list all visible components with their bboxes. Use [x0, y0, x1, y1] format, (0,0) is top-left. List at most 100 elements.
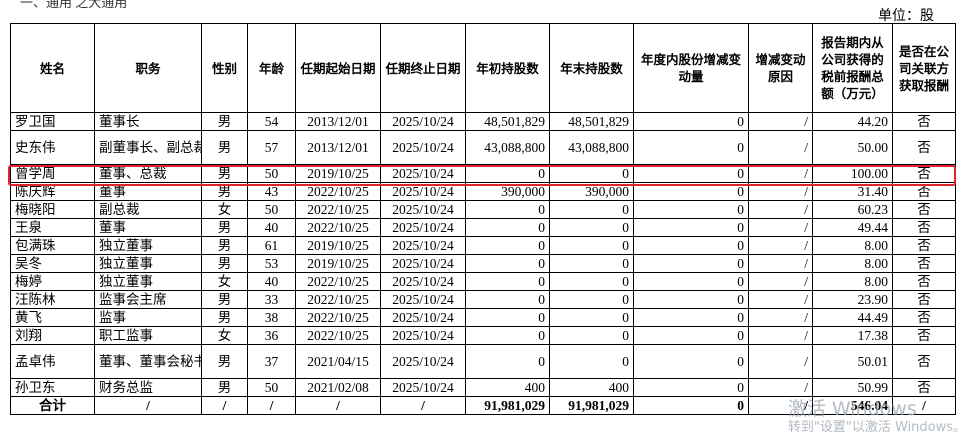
cell-term-start: 2013/12/01: [295, 130, 381, 165]
cell-term-start: 2021/04/15: [295, 344, 381, 379]
cell-age: 40: [247, 272, 296, 291]
cell-name: 罗卫国: [10, 112, 95, 131]
cell-term-start: 2019/10/25: [295, 164, 381, 183]
cell-position: 董事长: [94, 112, 202, 131]
cell-pretax-pay: 31.40: [812, 182, 893, 201]
cell-term-end: 2025/10/24: [380, 254, 466, 273]
cell-term-end: 2025/10/24: [380, 272, 466, 291]
cell-shares-begin: 0: [465, 254, 550, 273]
cell-related-party-pay: 否: [892, 236, 956, 255]
total-term-start: /: [295, 396, 381, 415]
cell-name: 孟卓伟: [10, 344, 95, 379]
header-change-reason: 增减变动原因: [748, 23, 813, 113]
cell-age: 33: [247, 290, 296, 309]
cell-pretax-pay: 49.44: [812, 218, 893, 237]
cell-related-party-pay: 否: [892, 308, 956, 327]
cell-related-party-pay: 否: [892, 112, 956, 131]
cell-name: 梅婷: [10, 272, 95, 291]
cell-term-start: 2013/12/01: [295, 112, 381, 131]
cell-name: 王泉: [10, 218, 95, 237]
cell-term-end: 2025/10/24: [380, 308, 466, 327]
cell-change-reason: /: [748, 326, 813, 345]
cell-term-end: 2025/10/24: [380, 378, 466, 397]
cell-share-change: 0: [633, 164, 749, 183]
cell-change-reason: /: [748, 290, 813, 309]
watermark-line1: 激活 Windows: [787, 398, 917, 420]
cell-pretax-pay: 50.00: [812, 130, 893, 165]
cell-related-party-pay: 否: [892, 290, 956, 309]
cell-share-change: 0: [633, 200, 749, 219]
cell-pretax-pay: 8.00: [812, 254, 893, 273]
cell-pretax-pay: 23.90: [812, 290, 893, 309]
total-term-end: /: [380, 396, 466, 415]
header-term-end: 任期终止日期: [380, 23, 466, 113]
cell-gender: 男: [201, 182, 248, 201]
shareholding-table: 姓名 职务 性别 年龄 任期起始日期 任期终止日期 年初持股数 年末持股数 年度…: [10, 23, 956, 415]
cell-gender: 男: [201, 112, 248, 131]
cell-pretax-pay: 50.01: [812, 344, 893, 379]
cell-term-end: 2025/10/24: [380, 164, 466, 183]
cell-position: 独立董事: [94, 254, 202, 273]
cell-shares-begin: 43,088,800: [465, 130, 550, 165]
table-row: 梅晓阳 副总裁女 50 2022/10/25 2025/10/24 0 0 0/60.23 否: [10, 200, 956, 219]
cell-term-start: 2022/10/25: [295, 308, 381, 327]
cell-change-reason: /: [748, 254, 813, 273]
cell-shares-end: 0: [549, 308, 634, 327]
cell-share-change: 0: [633, 344, 749, 379]
cell-term-start: 2022/10/25: [295, 326, 381, 345]
cell-shares-begin: 390,000: [465, 182, 550, 201]
cell-position: 监事: [94, 308, 202, 327]
cell-term-end: 2025/10/24: [380, 112, 466, 131]
cell-shares-end: 0: [549, 344, 634, 379]
table-row: 吴冬 独立董事男 53 2019/10/25 2025/10/24 0 0 0/8.00 否: [10, 254, 956, 273]
cell-age: 43: [247, 182, 296, 201]
cell-age: 54: [247, 112, 296, 131]
cell-name: 曾学周: [10, 164, 95, 183]
cell-name: 汪陈林: [10, 290, 95, 309]
table-row: 孙卫东 财务总监男 50 2021/02/08 2025/10/24 400 400 0/50…: [10, 378, 956, 397]
cell-pretax-pay: 44.20: [812, 112, 893, 131]
cell-shares-begin: 400: [465, 378, 550, 397]
table-row: 曾学周 董事、总裁男 50 2019/10/25 2025/10/24 0 0 0/100.0…: [10, 164, 956, 183]
cell-gender: 男: [201, 236, 248, 255]
cell-pretax-pay: 60.23: [812, 200, 893, 219]
table-row: 黄飞 监事男 38 2022/10/25 2025/10/24 0 0 0/44.49 否: [10, 308, 956, 327]
cell-related-party-pay: 否: [892, 272, 956, 291]
cell-change-reason: /: [748, 218, 813, 237]
total-share-change: 0: [633, 396, 749, 415]
cell-shares-begin: 0: [465, 218, 550, 237]
cell-related-party-pay: 否: [892, 378, 956, 397]
cell-shares-begin: 0: [465, 236, 550, 255]
cell-position: 董事: [94, 182, 202, 201]
cell-change-reason: /: [748, 308, 813, 327]
cell-position: 职工监事: [94, 326, 202, 345]
cell-age: 61: [247, 236, 296, 255]
cell-name: 包满珠: [10, 236, 95, 255]
cell-shares-begin: 0: [465, 344, 550, 379]
cell-shares-end: 0: [549, 254, 634, 273]
table-row: 孟卓伟 董事、董事会秘书男 37 2021/04/15 2025/10/24 0 0 0/50…: [10, 344, 956, 379]
cell-term-end: 2025/10/24: [380, 236, 466, 255]
cell-gender: 女: [201, 200, 248, 219]
windows-activation-watermark: 激活 Windows 转到"设置"以激活 Windows。: [788, 398, 960, 436]
header-row: 姓名 职务 性别 年龄 任期起始日期 任期终止日期 年初持股数 年末持股数 年度…: [10, 23, 956, 113]
cell-term-start: 2019/10/25: [295, 254, 381, 273]
cell-gender: 女: [201, 272, 248, 291]
cell-gender: 男: [201, 290, 248, 309]
header-share-change: 年度内股份增减变动量: [633, 23, 749, 113]
cell-gender: 女: [201, 326, 248, 345]
unit-label: 单位：股: [878, 9, 934, 24]
total-shares-end: 91,981,029: [549, 396, 634, 415]
cell-share-change: 0: [633, 112, 749, 131]
cell-change-reason: /: [748, 200, 813, 219]
cell-related-party-pay: 否: [892, 164, 956, 183]
cell-change-reason: /: [748, 272, 813, 291]
cell-age: 50: [247, 200, 296, 219]
cell-term-end: 2025/10/24: [380, 326, 466, 345]
cell-term-start: 2022/10/25: [295, 290, 381, 309]
table-row: 王泉 董事男 40 2022/10/25 2025/10/24 0 0 0/49.44 否: [10, 218, 956, 237]
cell-share-change: 0: [633, 236, 749, 255]
watermark-line2: 转到"设置"以激活 Windows。: [787, 420, 960, 435]
cell-age: 53: [247, 254, 296, 273]
cell-shares-begin: 0: [465, 272, 550, 291]
